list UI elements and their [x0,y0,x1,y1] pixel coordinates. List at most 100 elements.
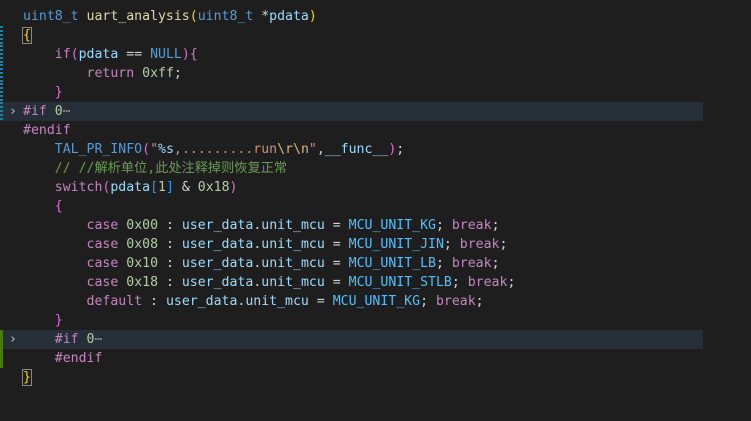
code-token: user_data [181,275,254,290]
code-token: user_data [181,237,254,252]
code-line[interactable]: if(pdata == NULL){ [0,45,703,64]
git-modified-indicator[interactable] [0,83,3,102]
code-token: break [435,294,476,309]
code-token: 0x18 [126,275,159,290]
code-line[interactable]: // //解析单位,此处注释掉则恢复正常 [0,159,703,178]
code-editor[interactable]: uint8_t uart_analysis(uint8_t *pdata){ i… [0,0,751,421]
code-text: case 0x10 : user_data.unit_mcu = MCU_UNI… [23,254,500,273]
code-token: user_data [181,256,254,271]
code-token: ) [229,180,238,195]
code-token: } [54,313,63,328]
code-line[interactable]: } [0,311,703,330]
fold-chevron-icon[interactable]: › [9,330,17,349]
code-token: : [158,256,182,271]
code-token: unit_mcu [261,275,325,290]
code-token: TAL_PR_INFO [54,142,143,157]
code-token: 0x00 [126,218,159,233]
code-line[interactable]: switch(pdata[1] & 0x18) [0,178,703,197]
code-token: & [173,180,198,195]
code-token: : [158,275,182,290]
code-text: { [22,26,32,45]
code-token: __func__ [324,142,389,157]
code-line[interactable]: case 0x00 : user_data.unit_mcu = MCU_UNI… [0,216,703,235]
code-token: MCU_UNIT_JIN [348,237,444,252]
code-text: return 0xff; [23,64,182,83]
code-token: ; [435,218,452,233]
git-modified-indicator[interactable] [0,102,3,121]
git-modified-indicator[interactable] [0,45,3,64]
code-token: 0 [54,104,63,119]
code-line[interactable]: #endif [0,121,703,140]
code-token: * [253,9,270,24]
code-token: case [86,256,119,271]
code-token: ) [308,9,317,24]
code-text: #if 0⋯ [23,102,71,121]
code-text: case 0x00 : user_data.unit_mcu = MCU_UNI… [23,216,500,235]
code-token: ; [451,275,468,290]
git-modified-indicator[interactable] [0,64,3,83]
code-token: break [451,256,492,271]
code-token: , [316,142,325,157]
code-line[interactable]: uint8_t uart_analysis(uint8_t *pdata) [0,7,703,26]
code-line[interactable]: case 0x08 : user_data.unit_mcu = MCU_UNI… [0,235,703,254]
code-line[interactable]: case 0x18 : user_data.unit_mcu = MCU_UNI… [0,273,703,292]
code-line[interactable]: } [0,368,703,387]
code-token: ; [507,275,516,290]
code-token: [ [150,180,159,195]
code-token: = [308,294,333,309]
git-added-indicator[interactable] [0,349,3,368]
code-token: uint8_t [197,9,254,24]
code-token: " [150,142,159,157]
code-line[interactable]: { [0,26,703,45]
folded-region-ellipsis[interactable]: ⋯ [95,332,103,347]
code-token: 0x10 [126,256,159,271]
code-line[interactable]: default : user_data.unit_mcu = MCU_UNIT_… [0,292,703,311]
code-token: #endif [54,351,103,366]
code-line[interactable]: › #if 0⋯ [0,102,703,121]
code-text: #if 0⋯ [23,330,103,349]
code-token: %s [158,142,174,157]
fold-chevron-icon[interactable]: › [9,102,17,121]
code-token: 0 [86,332,95,347]
code-token: pdata [269,9,309,24]
code-token: = [324,256,349,271]
code-line[interactable]: #endif [0,349,703,368]
code-line[interactable]: TAL_PR_INFO("%s,.........run\r\n",__func… [0,140,703,159]
code-token: 0x18 [197,180,230,195]
code-line[interactable]: { [0,197,703,216]
code-token: ; [396,142,405,157]
code-token: 0x08 [126,237,159,252]
code-token: } [22,369,32,386]
code-token: ; [173,66,182,81]
code-token: ( [189,9,198,24]
code-token: ] [165,180,174,195]
code-token: // //解析单位,此处注释掉则恢复正常 [54,161,288,176]
code-token: ; [435,256,452,271]
code-token: " [308,142,317,157]
code-line[interactable]: } [0,83,703,102]
code-token: { [22,27,32,44]
code-token: ( [70,47,79,62]
folded-region-ellipsis[interactable]: ⋯ [63,104,71,119]
git-modified-indicator[interactable] [0,26,3,45]
code-line[interactable]: case 0x10 : user_data.unit_mcu = MCU_UNI… [0,254,703,273]
code-text: } [23,83,63,102]
code-token: break [467,275,508,290]
code-token: ; [475,294,484,309]
code-line[interactable]: › #if 0⋯ [0,330,703,349]
code-line[interactable]: return 0xff; [0,64,703,83]
code-token: return [86,66,135,81]
code-text: } [23,311,63,330]
code-text: #endif [23,121,71,140]
code-token: unit_mcu [261,256,325,271]
code-token: ; [491,218,500,233]
git-added-indicator[interactable] [0,330,3,349]
code-text: default : user_data.unit_mcu = MCU_UNIT_… [23,292,484,311]
